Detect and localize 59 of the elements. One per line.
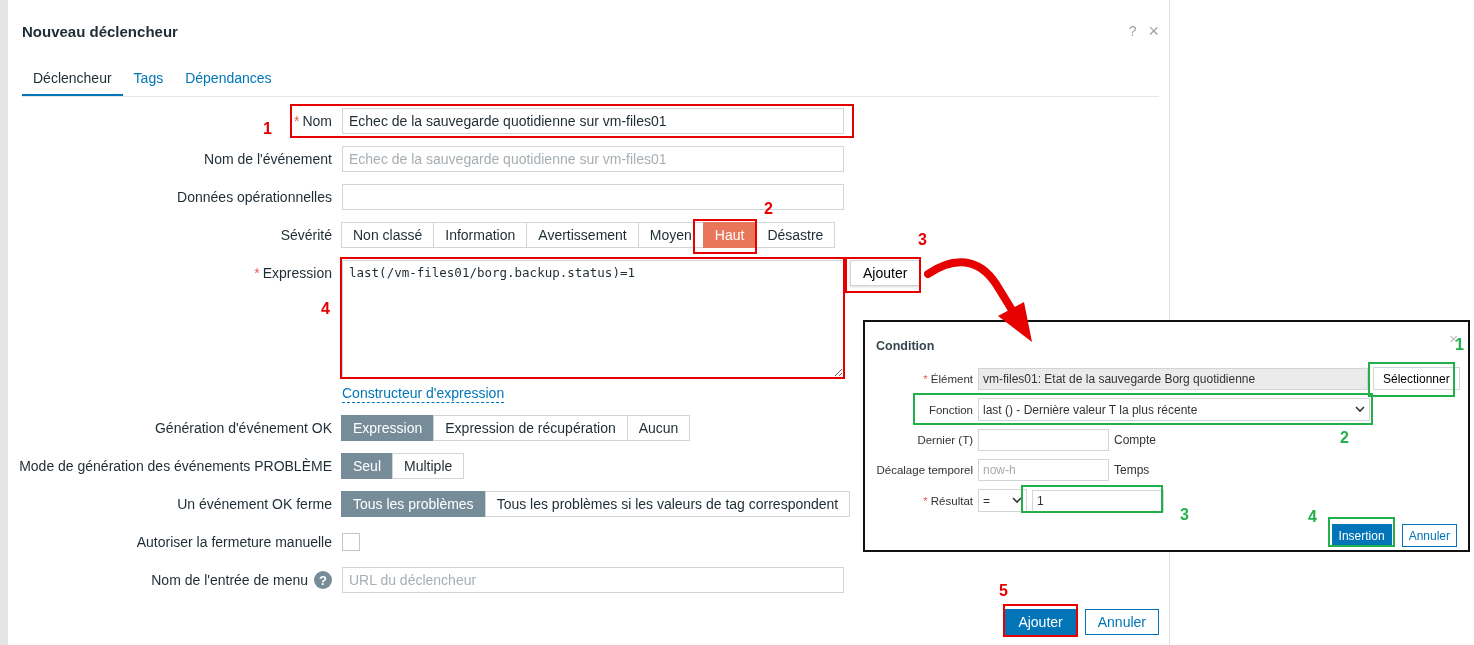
field-label: Nom de l'événement — [204, 150, 332, 169]
segment-option[interactable]: Information — [433, 222, 528, 248]
step-number: 5 — [999, 582, 1008, 600]
field-label: Nom de l'entrée de menu — [151, 571, 308, 590]
field-label: Autoriser la fermeture manuelle — [136, 533, 332, 552]
tab[interactable]: Dépendances — [174, 62, 283, 96]
expression-field[interactable]: last(/vm-files01/borg.backup.status)=1 — [342, 260, 844, 378]
add-button[interactable]: Ajouter — [850, 260, 921, 286]
step-number: 4 — [321, 300, 330, 318]
segment-option[interactable]: Avertissement — [526, 222, 639, 248]
item-field[interactable]: vm-files01: Etat de la sauvegarde Borg quotidienne — [978, 367, 1368, 390]
segment-option[interactable]: Multiple — [392, 453, 465, 479]
segment-option[interactable]: Aucun — [626, 415, 691, 441]
text-field[interactable]: Echec de la sauvegarde quotidienne sur vm-files01 — [342, 146, 844, 172]
add-button[interactable]: Ajouter — [1005, 609, 1076, 635]
text-field[interactable]: now-h — [978, 459, 1109, 481]
step-number: 2 — [1340, 429, 1349, 447]
tab[interactable]: Déclencheur — [22, 62, 123, 96]
step-number: 1 — [263, 120, 272, 138]
unit-label: Temps — [1114, 463, 1150, 477]
cancel-button[interactable]: Annuler — [1401, 524, 1457, 547]
function-dropdown[interactable]: last () - Dernière valeur T la plus récente — [978, 398, 1370, 421]
field-label: Dernier (T) — [917, 434, 973, 446]
tab[interactable]: Tags — [122, 62, 175, 96]
checkbox[interactable] — [342, 533, 360, 551]
field-label: Génération d'événement OK — [155, 419, 332, 438]
field-label: * Élément — [923, 372, 973, 385]
chevron-down-icon — [1355, 406, 1365, 413]
select-button[interactable]: Sélectionner — [1373, 367, 1460, 390]
field-label: * Expression — [254, 264, 332, 283]
step-number: 4 — [1308, 508, 1317, 526]
result-field[interactable]: 1 — [1032, 489, 1164, 512]
segment-option[interactable]: Tous les problèmes si les valeurs de tag correspondent — [484, 491, 851, 517]
field-label: Données opérationnelles — [177, 188, 332, 207]
text-field[interactable] — [978, 429, 1109, 451]
operator-dropdown[interactable]: = — [978, 489, 1027, 512]
dialog-title: Nouveau déclencheur — [22, 22, 179, 40]
segment-option[interactable]: Non classé — [341, 222, 435, 248]
step-number: 2 — [764, 200, 773, 218]
field-label: Sévérité — [280, 226, 332, 245]
step-number: 3 — [918, 231, 927, 249]
unit-label: Compte — [1114, 433, 1157, 447]
field-label: Décalage temporel — [876, 464, 973, 476]
field-label: Un événement OK ferme — [177, 495, 332, 514]
field-label: Fonction — [928, 403, 973, 416]
insert-button[interactable]: Insertion — [1331, 524, 1392, 547]
field-label: * Nom — [294, 112, 332, 131]
field-label: Mode de génération des événements PROBLÈME — [19, 457, 332, 476]
text-field[interactable]: Echec de la sauvegarde quotidienne sur vm-files01 — [342, 108, 844, 134]
cancel-button[interactable]: Annuler — [1084, 609, 1159, 635]
field-label: * Résultat — [923, 494, 973, 507]
expression-builder-link[interactable]: Constructeur d'expression — [342, 384, 505, 403]
chevron-down-icon — [1012, 497, 1022, 504]
dialog-title: Condition — [875, 339, 935, 353]
segment-option[interactable]: Expression de récupération — [433, 415, 628, 441]
segment-option[interactable]: Moyen — [637, 222, 704, 248]
text-field[interactable]: URL du déclencheur — [342, 567, 844, 593]
step-number: 3 — [1180, 506, 1189, 524]
segment-option[interactable]: Désastre — [755, 222, 836, 248]
